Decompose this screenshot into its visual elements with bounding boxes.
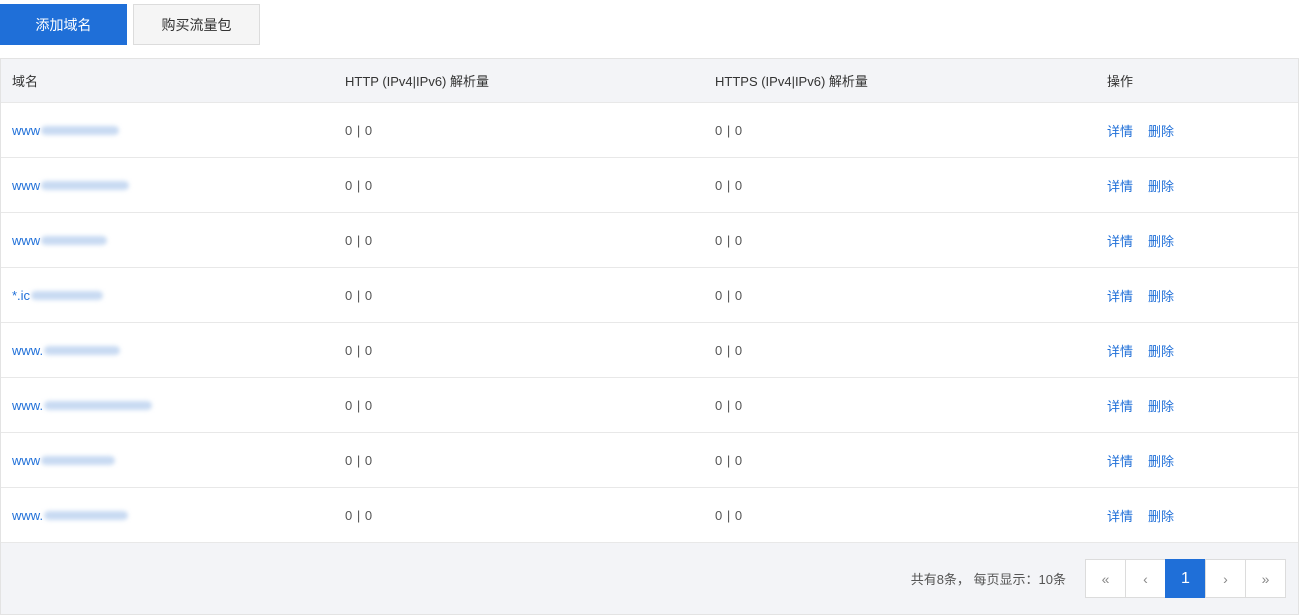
domain-visible-text: www. <box>12 507 44 523</box>
redacted-domain <box>41 235 108 245</box>
table-row: www 0 | 0 0 | 0 详情 删除 <box>1 433 1298 488</box>
domain-cell: www. <box>1 343 334 358</box>
domain-link[interactable]: www. <box>12 507 129 523</box>
delete-link[interactable]: 删除 <box>1148 454 1174 469</box>
table-row: www 0 | 0 0 | 0 详情 删除 <box>1 103 1298 158</box>
https-count: 0 | 0 <box>715 452 743 468</box>
domain-visible-text: www <box>12 232 41 248</box>
table-row: www. 0 | 0 0 | 0 详情 删除 <box>1 323 1298 378</box>
header-http: HTTP (IPv4|IPv6) 解析量 <box>345 74 489 89</box>
https-count: 0 | 0 <box>715 397 743 413</box>
table-header: 域名 HTTP (IPv4|IPv6) 解析量 HTTPS (IPv4|IPv6… <box>1 59 1298 103</box>
detail-link[interactable]: 详情 <box>1107 289 1133 304</box>
table-footer: 共有8条， 每页显示：10条 « ‹ 1 › » <box>1 543 1298 614</box>
next-page-button[interactable]: › <box>1205 559 1246 598</box>
http-count: 0 | 0 <box>345 507 373 523</box>
domain-visible-text: www <box>12 177 41 193</box>
domain-cell: www <box>1 453 334 468</box>
header-actions: 操作 <box>1107 74 1134 89</box>
delete-link[interactable]: 删除 <box>1148 509 1174 524</box>
domain-cell: www <box>1 178 334 193</box>
redacted-domain <box>41 455 116 465</box>
detail-link[interactable]: 详情 <box>1107 234 1133 249</box>
domain-cell: www. <box>1 398 334 413</box>
domain-link[interactable]: www <box>12 177 130 193</box>
delete-link[interactable]: 删除 <box>1148 289 1174 304</box>
redacted-domain <box>44 510 129 520</box>
http-count: 0 | 0 <box>345 342 373 358</box>
domain-visible-text: www. <box>12 342 44 358</box>
actions-cell: 详情 删除 <box>1096 506 1298 525</box>
detail-link[interactable]: 详情 <box>1107 509 1133 524</box>
detail-link[interactable]: 详情 <box>1107 124 1133 139</box>
https-count: 0 | 0 <box>715 342 743 358</box>
actions-cell: 详情 删除 <box>1096 176 1298 195</box>
detail-link[interactable]: 详情 <box>1107 399 1133 414</box>
add-domain-button[interactable]: 添加域名 <box>0 4 127 45</box>
detail-link[interactable]: 详情 <box>1107 344 1133 359</box>
prev-page-button[interactable]: ‹ <box>1125 559 1166 598</box>
page-button-current[interactable]: 1 <box>1165 559 1206 598</box>
detail-link[interactable]: 详情 <box>1107 454 1133 469</box>
delete-link[interactable]: 删除 <box>1148 344 1174 359</box>
domain-cell: www. <box>1 508 334 523</box>
domain-visible-text: www <box>12 122 41 138</box>
actions-cell: 详情 删除 <box>1096 451 1298 470</box>
table-row: www 0 | 0 0 | 0 详情 删除 <box>1 158 1298 213</box>
redacted-domain <box>31 290 104 300</box>
header-domain: 域名 <box>12 74 39 89</box>
domain-link[interactable]: *.ic <box>12 287 104 303</box>
domain-visible-text: *.ic <box>12 287 31 303</box>
https-count: 0 | 0 <box>715 232 743 248</box>
domain-link[interactable]: www <box>12 122 120 138</box>
actions-cell: 详情 删除 <box>1096 341 1298 360</box>
https-count: 0 | 0 <box>715 177 743 193</box>
http-count: 0 | 0 <box>345 177 373 193</box>
domain-link[interactable]: www <box>12 232 108 248</box>
pagination: « ‹ 1 › » <box>1085 559 1286 598</box>
actions-cell: 详情 删除 <box>1096 396 1298 415</box>
https-count: 0 | 0 <box>715 122 743 138</box>
table-row: www. 0 | 0 0 | 0 详情 删除 <box>1 378 1298 433</box>
https-count: 0 | 0 <box>715 507 743 523</box>
domain-cell: *.ic <box>1 288 334 303</box>
domain-link[interactable]: www <box>12 452 116 468</box>
first-page-button[interactable]: « <box>1085 559 1126 598</box>
table-row: *.ic 0 | 0 0 | 0 详情 删除 <box>1 268 1298 323</box>
actions-cell: 详情 删除 <box>1096 121 1298 140</box>
domain-cell: www <box>1 233 334 248</box>
https-count: 0 | 0 <box>715 287 743 303</box>
header-https: HTTPS (IPv4|IPv6) 解析量 <box>715 74 868 89</box>
http-count: 0 | 0 <box>345 397 373 413</box>
domain-link[interactable]: www. <box>12 397 153 413</box>
domain-visible-text: www <box>12 452 41 468</box>
detail-link[interactable]: 详情 <box>1107 179 1133 194</box>
domain-visible-text: www. <box>12 397 44 413</box>
table-row: www 0 | 0 0 | 0 详情 删除 <box>1 213 1298 268</box>
delete-link[interactable]: 删除 <box>1148 179 1174 194</box>
delete-link[interactable]: 删除 <box>1148 399 1174 414</box>
table-row: www. 0 | 0 0 | 0 详情 删除 <box>1 488 1298 543</box>
domain-table: 域名 HTTP (IPv4|IPv6) 解析量 HTTPS (IPv4|IPv6… <box>0 58 1299 615</box>
http-count: 0 | 0 <box>345 232 373 248</box>
domain-link[interactable]: www. <box>12 342 121 358</box>
domain-cell: www <box>1 123 334 138</box>
buy-traffic-package-button[interactable]: 购买流量包 <box>133 4 260 45</box>
delete-link[interactable]: 删除 <box>1148 124 1174 139</box>
redacted-domain <box>41 125 120 135</box>
last-page-button[interactable]: » <box>1245 559 1286 598</box>
actions-cell: 详情 删除 <box>1096 286 1298 305</box>
delete-link[interactable]: 删除 <box>1148 234 1174 249</box>
http-count: 0 | 0 <box>345 452 373 468</box>
http-count: 0 | 0 <box>345 122 373 138</box>
redacted-domain <box>41 180 130 190</box>
http-count: 0 | 0 <box>345 287 373 303</box>
redacted-domain <box>44 345 121 355</box>
toolbar: 添加域名 购买流量包 <box>0 4 260 45</box>
pagination-summary: 共有8条， 每页显示：10条 <box>910 572 1066 587</box>
redacted-domain <box>44 400 153 410</box>
actions-cell: 详情 删除 <box>1096 231 1298 250</box>
